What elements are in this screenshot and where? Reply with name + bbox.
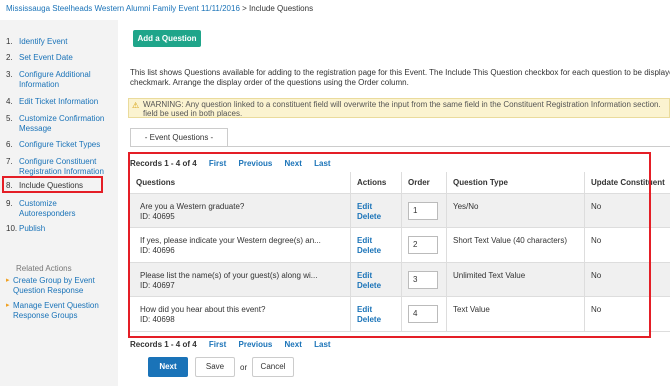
related-actions-title: Related Actions	[16, 264, 72, 273]
step-label: Identify Event	[19, 37, 68, 46]
step-label: Publish	[19, 224, 46, 233]
sidebar: 1. Identify Event 2. Set Event Date 3. C…	[0, 20, 118, 386]
breadcrumb-separator: >	[239, 4, 250, 13]
step-label: Configure Ticket Types	[19, 140, 101, 149]
step-number: 9.	[6, 199, 13, 208]
pager-previous-link[interactable]: Previous	[239, 340, 273, 349]
description-line: checkmark. Arrange the display order of …	[130, 78, 409, 87]
pager-last-link[interactable]: Last	[314, 340, 330, 349]
warning-banner: ⚠ WARNING: Any question linked to a cons…	[128, 98, 670, 118]
cancel-button[interactable]: Cancel	[252, 357, 294, 377]
table-highlight-box	[128, 152, 651, 338]
next-button[interactable]: Next	[148, 357, 188, 377]
step-label: Customize Confirmation Message	[19, 114, 105, 133]
breadcrumb: Mississauga Steelheads Western Alumni Fa…	[6, 4, 313, 13]
active-step-highlight	[2, 176, 103, 193]
warning-line: WARNING: Any question linked to a consti…	[143, 100, 661, 109]
bullet-icon: ▸	[6, 277, 10, 284]
step-label: Customize Autoresponders	[19, 199, 76, 218]
bullet-icon: ▸	[6, 302, 10, 309]
step-number: 10.	[6, 224, 18, 233]
step-label: Configure Additional Information	[19, 70, 91, 89]
step-number: 7.	[6, 157, 13, 166]
step-number: 2.	[6, 53, 13, 62]
page-description: This list shows Questions available for …	[130, 68, 670, 88]
description-line: This list shows Questions available for …	[130, 68, 670, 77]
save-button[interactable]: Save	[195, 357, 235, 377]
warning-line: field be used in both places.	[143, 109, 243, 118]
pager-next-link[interactable]: Next	[285, 340, 302, 349]
tab-event-questions[interactable]: - Event Questions -	[130, 128, 228, 146]
record-count: Records 1 - 4 of 4	[130, 340, 197, 349]
related-item-label: Manage Event Question Response Groups	[13, 301, 99, 320]
step-number: 3.	[6, 70, 13, 79]
step-label: Configure Constituent Registration Infor…	[19, 157, 104, 176]
pager-bottom: Records 1 - 4 of 4 First Previous Next L…	[130, 340, 331, 349]
step-number: 6.	[6, 140, 13, 149]
related-item-label: Create Group by Event Question Response	[13, 276, 95, 295]
breadcrumb-current: Include Questions	[249, 4, 314, 13]
step-number: 5.	[6, 114, 13, 123]
warning-icon: ⚠	[132, 101, 140, 110]
step-number: 4.	[6, 97, 13, 106]
or-separator: or	[240, 363, 248, 372]
breadcrumb-event-link[interactable]: Mississauga Steelheads Western Alumni Fa…	[6, 4, 240, 13]
add-question-button[interactable]: Add a Question	[133, 30, 201, 47]
step-number: 1.	[6, 37, 13, 46]
step-label: Edit Ticket Information	[19, 97, 99, 106]
step-label: Set Event Date	[19, 53, 73, 62]
tab-divider	[130, 146, 670, 147]
pager-first-link[interactable]: First	[209, 340, 226, 349]
